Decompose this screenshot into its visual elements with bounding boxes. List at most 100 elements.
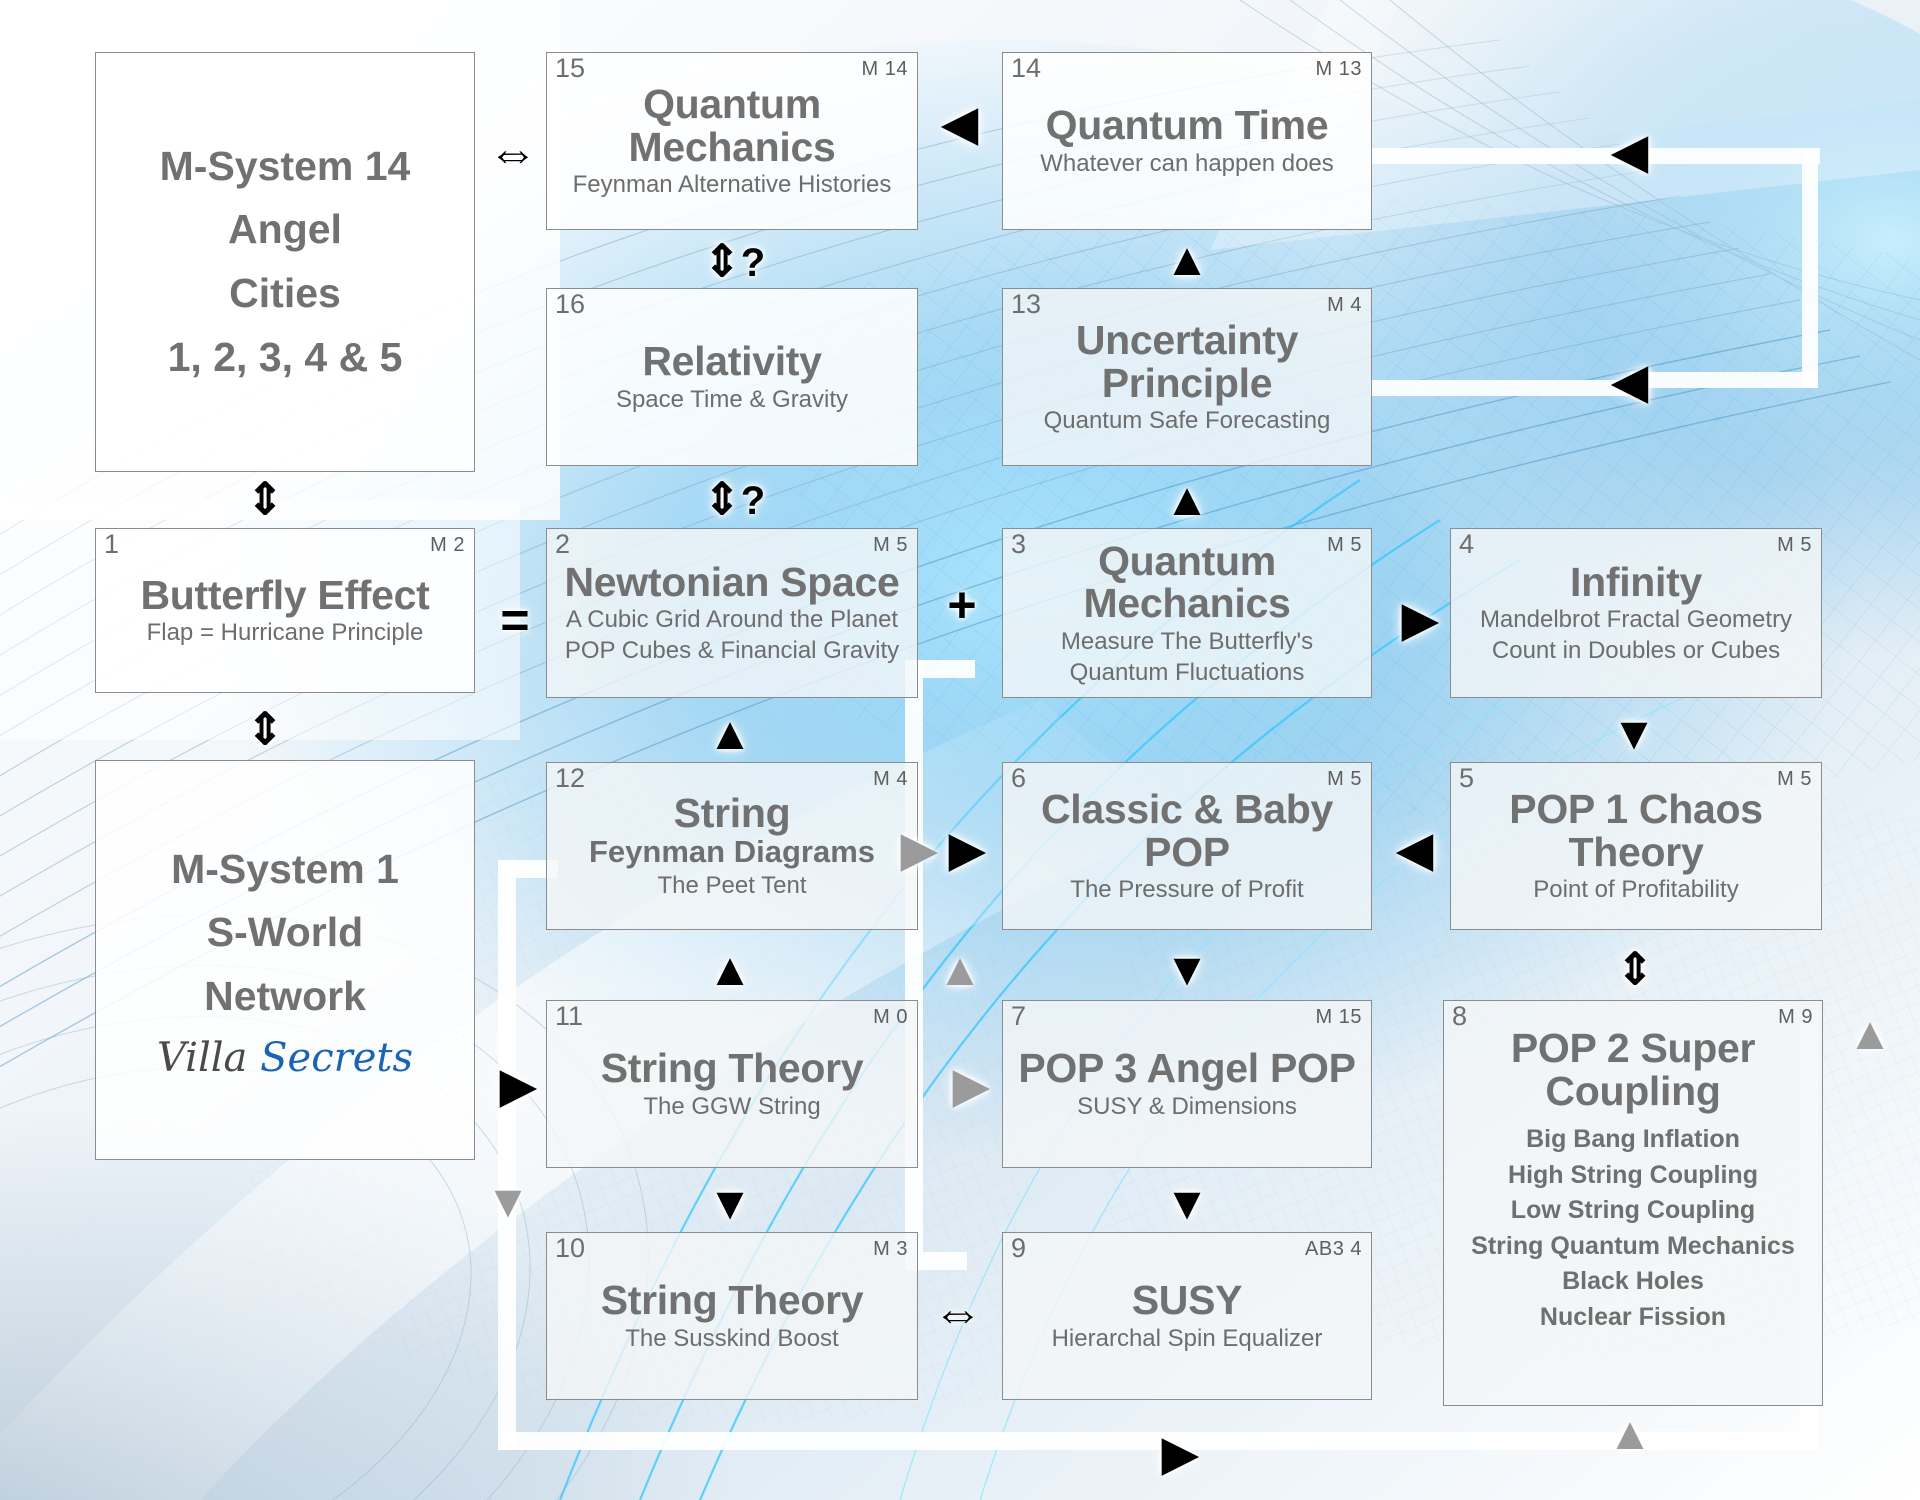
node-5-pop-1-chaos-theory[interactable]: 5 M 5 POP 1 Chaos Theory Point of Profit…: [1450, 762, 1822, 930]
node-index: 12: [555, 763, 586, 793]
node-list-item: Big Bang Inflation: [1526, 1125, 1740, 1154]
connector-1-to-2-equals: =: [500, 592, 530, 648]
node-index: 2: [555, 529, 571, 559]
node-4-infinity[interactable]: 4 M 5 Infinity Mandelbrot Fractal Geomet…: [1450, 528, 1822, 698]
connector-5-to-6: ◀: [1397, 823, 1433, 875]
node-8-pop-2-super-coupling[interactable]: 8 M 9 POP 2 Super Coupling Big Bang Infl…: [1443, 1000, 1823, 1406]
node-subtitle: The Pressure of Profit: [1070, 876, 1304, 904]
panel-line: M-System 1: [171, 845, 399, 892]
node-index: 3: [1011, 529, 1027, 559]
node-list-item: High String Coupling: [1508, 1160, 1758, 1189]
connector-12-to-2: ▲: [707, 707, 753, 759]
node-title: POP 1 Chaos Theory: [1509, 785, 1763, 875]
node-title: Quantum Time: [1045, 102, 1329, 149]
node-subtitle: The Peet Tent: [657, 872, 807, 900]
node-index: 7: [1011, 1001, 1027, 1031]
node-15-quantum-mechanics[interactable]: 15 M 14 Quantum Mechanics Feynman Altern…: [546, 52, 918, 230]
node-16-relativity[interactable]: 16 Relativity Space Time & Gravity: [546, 288, 918, 466]
node-9-susy[interactable]: 9 AB3 4 SUSY Hierarchal Spin Equalizer: [1002, 1232, 1372, 1400]
node-list-item: String Quantum Mechanics: [1471, 1231, 1795, 1260]
connector-right-up-inner: ▲: [1607, 1407, 1653, 1459]
node-title: POP 3 Angel POP: [1018, 1045, 1356, 1092]
connector-far-right-back-top: ◀: [1612, 125, 1648, 177]
node-mcode: M 2: [430, 534, 465, 556]
panel-m-system-1[interactable]: M-System 1 S-World Network Villa Secrets: [95, 760, 475, 1160]
connector-10-to-9: ⇔: [933, 1285, 983, 1341]
node-11-string-theory[interactable]: 11 M 0 String Theory The GGW String: [546, 1000, 918, 1168]
node-index: 1: [104, 529, 120, 559]
node-mcode: M 3: [873, 1238, 908, 1260]
node-index: 15: [555, 53, 586, 83]
panel-line: S-World: [206, 909, 364, 956]
panel-line: 1, 2, 3, 4 & 5: [167, 333, 403, 380]
connector-1-to-msystem1: ⇕: [246, 705, 284, 754]
node-subtitle: A Cubic Grid Around the Planet: [565, 606, 899, 634]
node-title: Butterfly Effect: [140, 571, 430, 618]
connector-14-to-13: ▲: [1164, 233, 1210, 285]
node-title: String Theory: [600, 1277, 864, 1324]
connector-14-to-15: ◀: [942, 97, 978, 149]
connector-12-to-6-b: ▶: [949, 823, 985, 875]
connector-5-to-8: ⇕: [1616, 945, 1654, 994]
node-index: 10: [555, 1233, 586, 1263]
node-index: 11: [555, 1001, 584, 1031]
panel-line: M-System 14: [159, 142, 411, 189]
node-subtitle: Feynman Alternative Histories: [572, 171, 892, 199]
node-index: 4: [1459, 529, 1475, 559]
node-title: String: [673, 789, 791, 836]
node-title: Quantum Mechanics: [628, 80, 836, 170]
node-subtitle: Mandelbrot Fractal Geometry: [1479, 606, 1793, 634]
connector-11-to-10: ▼: [707, 1177, 753, 1229]
node-subtitle: Whatever can happen does: [1040, 149, 1334, 177]
node-title: SUSY: [1131, 1277, 1243, 1324]
connector-msystem14-to-15: ⇔: [488, 125, 538, 181]
node-subtitle: SUSY & Dimensions: [1077, 1092, 1297, 1120]
node-3-quantum-mechanics[interactable]: 3 M 5 Quantum Mechanics Measure The Butt…: [1002, 528, 1372, 698]
node-subtitle: The GGW String: [643, 1092, 821, 1120]
connector-13-to-3: ▲: [1164, 473, 1210, 525]
villa-secrets-logo: Villa Secrets: [157, 1034, 413, 1082]
node-index: 9: [1011, 1233, 1027, 1263]
connector-far-right-back-mid: ◀: [1612, 355, 1648, 407]
connector-right-up-outer: ▲: [1847, 1007, 1893, 1059]
node-subtitle: POP Cubes & Financial Gravity: [564, 637, 900, 665]
node-13-uncertainty-principle[interactable]: 13 M 4 Uncertainty Principle Quantum Saf…: [1002, 288, 1372, 466]
node-title: String Theory: [600, 1045, 864, 1092]
node-list-item: Low String Coupling: [1510, 1196, 1756, 1225]
node-12-string-feynman-diagrams[interactable]: 12 M 4 String Feynman Diagrams The Peet …: [546, 762, 918, 930]
node-14-quantum-time[interactable]: 14 M 13 Quantum Time Whatever can happen…: [1002, 52, 1372, 230]
connector-4-to-5: ▼: [1611, 707, 1657, 759]
node-1-butterfly-effect[interactable]: 1 M 2 Butterfly Effect Flap = Hurricane …: [95, 528, 475, 693]
node-mcode: M 15: [1315, 1006, 1362, 1028]
node-mcode: M 5: [873, 534, 908, 556]
connector-16-to-2-question: ?: [740, 479, 766, 523]
node-7-pop-3-angel-pop[interactable]: 7 M 15 POP 3 Angel POP SUSY & Dimensions: [1002, 1000, 1372, 1168]
node-mcode: M 5: [1327, 768, 1362, 790]
panel-m-system-14[interactable]: M-System 14 Angel Cities 1, 2, 3, 4 & 5: [95, 52, 475, 472]
logo-word-villa: Villa: [156, 1035, 248, 1082]
node-subtitle: Hierarchal Spin Equalizer: [1051, 1324, 1323, 1352]
node-2-newtonian-space[interactable]: 2 M 5 Newtonian Space A Cubic Grid Aroun…: [546, 528, 918, 698]
connector-left-pipe-down: ▼: [485, 1175, 531, 1227]
node-subtitle: Measure The Butterfly's: [1060, 627, 1314, 655]
node-list-item: Black Holes: [1562, 1267, 1704, 1296]
node-mcode: M 13: [1315, 58, 1362, 80]
connector-11-to-7: ▶: [953, 1059, 989, 1111]
node-subtitle: Quantum Safe Forecasting: [1043, 407, 1331, 435]
node-title: Quantum Mechanics: [1083, 537, 1291, 627]
node-mcode: M 14: [861, 58, 908, 80]
connector-pipe-up-grey: ▲: [937, 943, 983, 995]
node-6-classic-and-baby-pop[interactable]: 6 M 5 Classic & Baby POP The Pressure of…: [1002, 762, 1372, 930]
node-list-item: Nuclear Fission: [1539, 1302, 1727, 1331]
connector-12-to-6-a: ▶: [901, 823, 937, 875]
node-10-string-theory-susskind[interactable]: 10 M 3 String Theory The Susskind Boost: [546, 1232, 918, 1400]
node-subtitle: Point of Profitability: [1533, 876, 1739, 904]
node-mcode: M 5: [1777, 768, 1812, 790]
connector-6-to-7: ▼: [1164, 943, 1210, 995]
node-mcode: M 0: [873, 1006, 908, 1028]
node-mcode: M 5: [1327, 534, 1362, 556]
node-mcode: M 5: [1777, 534, 1812, 556]
connector-2-to-3-plus: +: [947, 577, 977, 633]
connector-7-to-9: ▼: [1164, 1177, 1210, 1229]
connector-msystem14-to-1: ⇕: [246, 475, 284, 524]
